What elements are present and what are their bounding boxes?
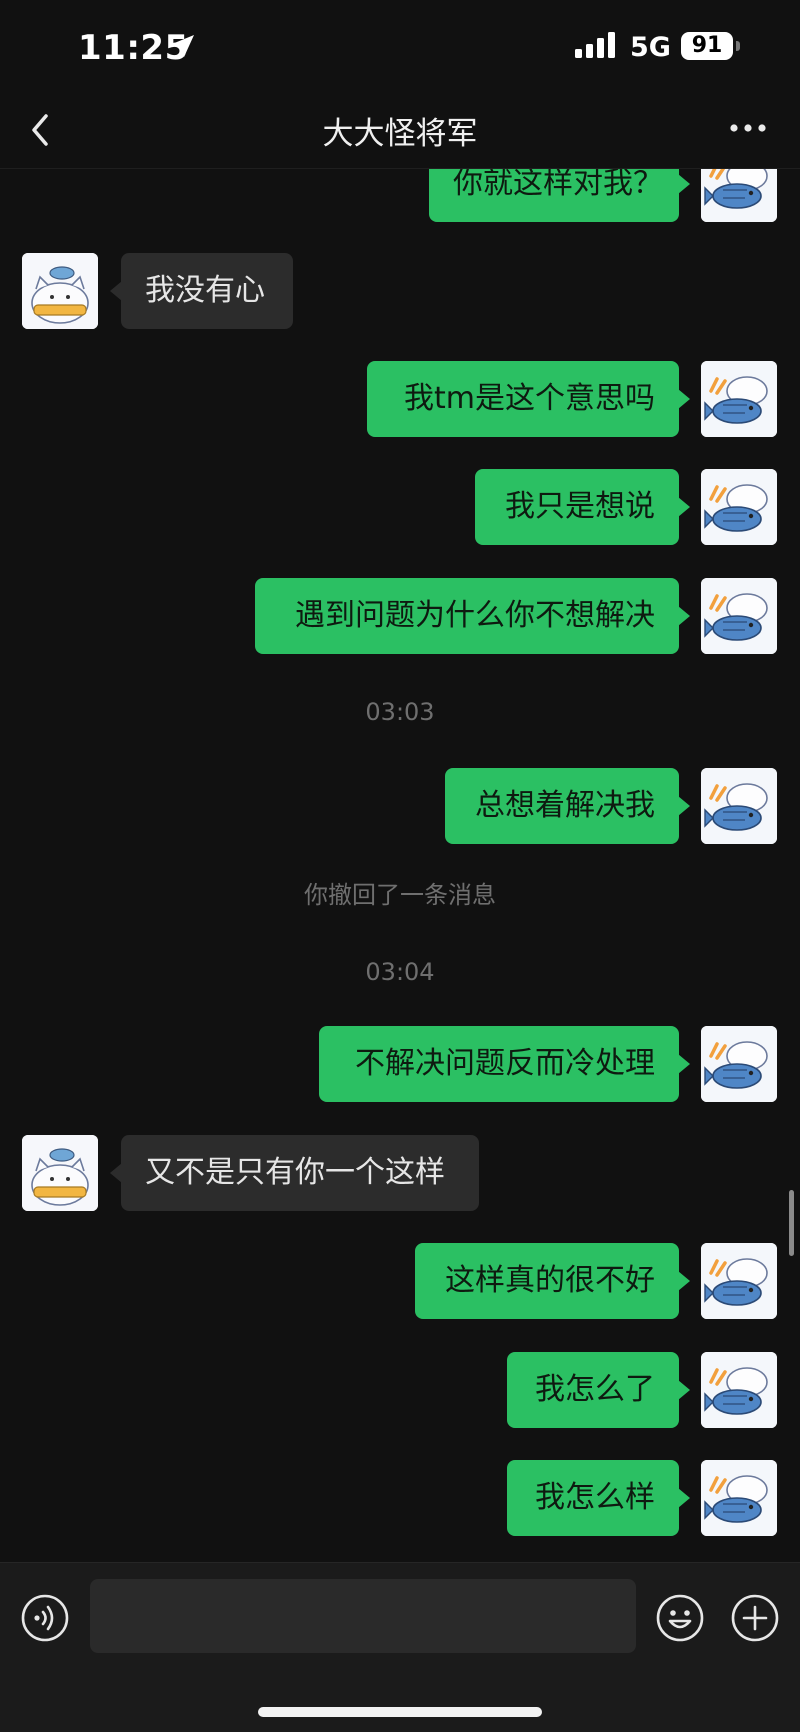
my-avatar[interactable]: [701, 578, 777, 654]
cat-with-fish-avatar-icon: [22, 253, 98, 329]
fish-cat-avatar-icon: [701, 169, 777, 222]
outgoing-message-bubble[interactable]: 总想着解决我: [445, 768, 690, 844]
timestamp-divider: 03:04: [365, 958, 435, 986]
scroll-indicator[interactable]: [789, 1190, 794, 1256]
outgoing-message-bubble[interactable]: 你就这样对我？: [429, 169, 690, 222]
more-dots-icon[interactable]: [728, 116, 768, 140]
my-avatar[interactable]: [701, 1243, 777, 1319]
outgoing-message-bubble[interactable]: 我tm是这个意思吗: [367, 361, 690, 437]
fish-cat-avatar-icon: [701, 1352, 777, 1428]
fish-cat-avatar-icon: [701, 469, 777, 545]
location-arrow-icon: [172, 35, 194, 57]
my-avatar[interactable]: [701, 1026, 777, 1102]
nav-bar: 大大怪将军: [0, 92, 800, 169]
outgoing-message-bubble[interactable]: 不解决问题反而冷处理: [319, 1026, 690, 1102]
outgoing-message-bubble[interactable]: 我怎么样: [507, 1460, 690, 1536]
signal-strength-icon: [575, 32, 615, 58]
network-type: 5G: [630, 32, 671, 63]
outgoing-message-bubble[interactable]: 我只是想说: [475, 469, 690, 545]
battery-level: 91: [681, 32, 733, 60]
outgoing-message-bubble[interactable]: 我怎么了: [507, 1352, 690, 1428]
my-avatar[interactable]: [701, 768, 777, 844]
emoji-icon[interactable]: [655, 1593, 705, 1643]
recall-notice: 你撤回了一条消息: [304, 881, 496, 909]
chat-title: 大大怪将军: [322, 116, 478, 152]
voice-icon[interactable]: [20, 1593, 70, 1643]
my-avatar[interactable]: [701, 469, 777, 545]
message-input[interactable]: [90, 1579, 636, 1653]
outgoing-message-bubble[interactable]: 遇到问题为什么你不想解决: [255, 578, 690, 654]
contact-avatar[interactable]: [22, 253, 98, 329]
my-avatar[interactable]: [701, 169, 777, 222]
fish-cat-avatar-icon: [701, 1243, 777, 1319]
incoming-message-bubble[interactable]: 又不是只有你一个这样: [110, 1135, 479, 1211]
cat-with-fish-avatar-icon: [22, 1135, 98, 1211]
fish-cat-avatar-icon: [701, 361, 777, 437]
fish-cat-avatar-icon: [701, 1460, 777, 1536]
home-indicator: [258, 1707, 542, 1717]
chat-area[interactable]: 你就这样对我？ 我没有心 我tm是这个意思吗我只是想说遇到问题为什么你不想解决 03:…: [0, 169, 800, 1562]
outgoing-message-bubble[interactable]: 这样真的很不好: [415, 1243, 690, 1319]
contact-avatar[interactable]: [22, 1135, 98, 1211]
battery-tip: [736, 41, 740, 51]
fish-cat-avatar-icon: [701, 578, 777, 654]
my-avatar[interactable]: [701, 1352, 777, 1428]
fish-cat-avatar-icon: [701, 1026, 777, 1102]
my-avatar[interactable]: [701, 361, 777, 437]
incoming-message-bubble[interactable]: 我没有心: [110, 253, 293, 329]
timestamp-divider: 03:03: [365, 698, 435, 726]
input-bar: [0, 1562, 800, 1732]
fish-cat-avatar-icon: [701, 768, 777, 844]
status-bar: 11:25 5G 91: [0, 0, 800, 92]
plus-icon[interactable]: [730, 1593, 780, 1643]
my-avatar[interactable]: [701, 1460, 777, 1536]
